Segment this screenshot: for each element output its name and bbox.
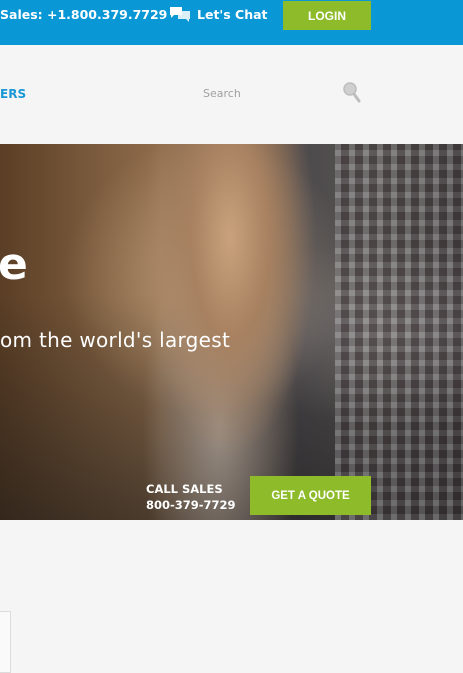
nav-bar: ERS [0, 45, 463, 144]
card-edge [0, 611, 11, 673]
sales-phone[interactable]: Sales: +1.800.379.7729 [0, 7, 167, 22]
chat-link[interactable]: Let's Chat [169, 6, 268, 22]
top-bar: Sales: +1.800.379.7729 Let's Chat LOGIN [0, 0, 463, 45]
get-quote-button[interactable]: GET A QUOTE [250, 476, 371, 515]
hero-photo-plaid-shirt [335, 144, 463, 520]
chat-label: Let's Chat [197, 6, 268, 22]
hero-headline: e [0, 239, 28, 290]
chat-bubble-icon [169, 6, 191, 22]
call-sales-label: CALL SALES [146, 482, 223, 496]
search-input[interactable] [203, 83, 333, 103]
login-button[interactable]: LOGIN [283, 1, 371, 30]
hero-subtitle: om the world's largest [0, 328, 231, 352]
hero-banner: e om the world's largest CALL SALES 800-… [0, 144, 463, 520]
call-sales-block[interactable]: CALL SALES 800-379-7729 [146, 481, 236, 513]
nav-link-partners[interactable]: ERS [0, 87, 26, 101]
content-area [0, 520, 463, 673]
search-icon[interactable] [342, 81, 362, 107]
call-sales-number: 800-379-7729 [146, 498, 236, 512]
